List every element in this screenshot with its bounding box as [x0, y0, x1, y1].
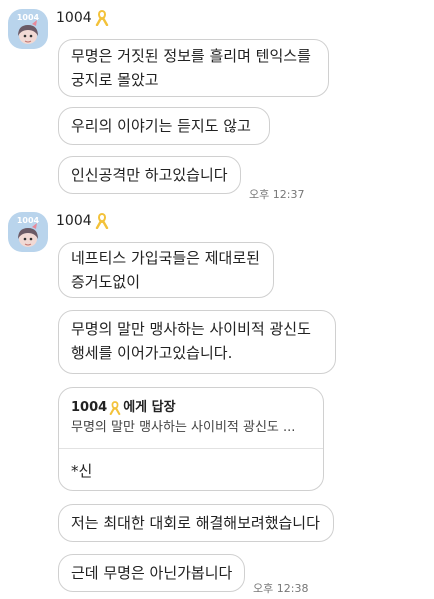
avatar[interactable]: 1004: [8, 9, 48, 49]
message-timestamp: 오후 12:38: [253, 582, 309, 595]
yellow-ribbon-icon: [109, 401, 121, 415]
avatar[interactable]: 1004: [8, 212, 48, 252]
message-line: 무명은 거짓된 정보를 흘리며 텐익스를: [71, 47, 311, 65]
sender-name: 1004: [56, 10, 109, 26]
message-bubble[interactable]: 저는 최대한 대회로 해결해보려했습니다: [58, 504, 334, 542]
message-bubble[interactable]: 무명은 거짓된 정보를 흘리며 텐익스를 궁지로 몰았고: [58, 39, 329, 97]
message-bubble[interactable]: 인신공격만 하고있습니다: [58, 156, 241, 194]
reply-suffix: 에게 답장: [123, 400, 176, 415]
message-line: 저는 최대한 대회로 해결해보려했습니다: [71, 514, 320, 532]
message-bubble[interactable]: 무명의 말만 맹사하는 사이비적 광신도 행세를 이어가고있습니다.: [58, 310, 336, 374]
reply-message-text: *신: [71, 462, 93, 480]
message-line: 궁지로 몰았고: [71, 71, 159, 89]
reply-divider: [59, 448, 323, 449]
reply-header: 1004 에게 답장: [71, 398, 311, 418]
message-bubble[interactable]: 네프티스 가입국들은 제대로된 증거도없이: [58, 242, 274, 298]
character-avatar-icon: [18, 223, 38, 247]
message-bubble[interactable]: 근데 무명은 아닌가봅니다: [58, 554, 245, 592]
message-line: 무명의 말만 맹사하는 사이비적 광신도: [71, 320, 311, 338]
reply-quote[interactable]: 무명의 말만 맹사하는 사이비적 광신도 ...: [71, 418, 311, 438]
reply-bubble[interactable]: 1004 에게 답장 무명의 말만 맹사하는 사이비적 광신도 ... *신: [58, 387, 324, 491]
sender-name: 1004: [56, 213, 109, 229]
character-avatar-icon: [18, 20, 38, 44]
yellow-ribbon-icon: [95, 213, 108, 229]
sender-name-text: 1004: [56, 213, 92, 229]
message-line: 네프티스 가입국들은 제대로된: [71, 249, 260, 267]
yellow-ribbon-icon: [95, 10, 108, 26]
message-timestamp: 오후 12:37: [249, 188, 305, 201]
message-line: 우리의 이야기는 듣지도 않고: [71, 117, 251, 135]
sender-name-text: 1004: [56, 10, 92, 26]
message-line: 인신공격만 하고있습니다: [71, 166, 228, 184]
message-line: 증거도없이: [71, 273, 141, 291]
message-line: 행세를 이어가고있습니다.: [71, 344, 233, 362]
message-line: 근데 무명은 아닌가봅니다: [71, 564, 233, 582]
reply-target: 1004: [71, 400, 108, 415]
message-bubble[interactable]: 우리의 이야기는 듣지도 않고: [58, 107, 270, 145]
